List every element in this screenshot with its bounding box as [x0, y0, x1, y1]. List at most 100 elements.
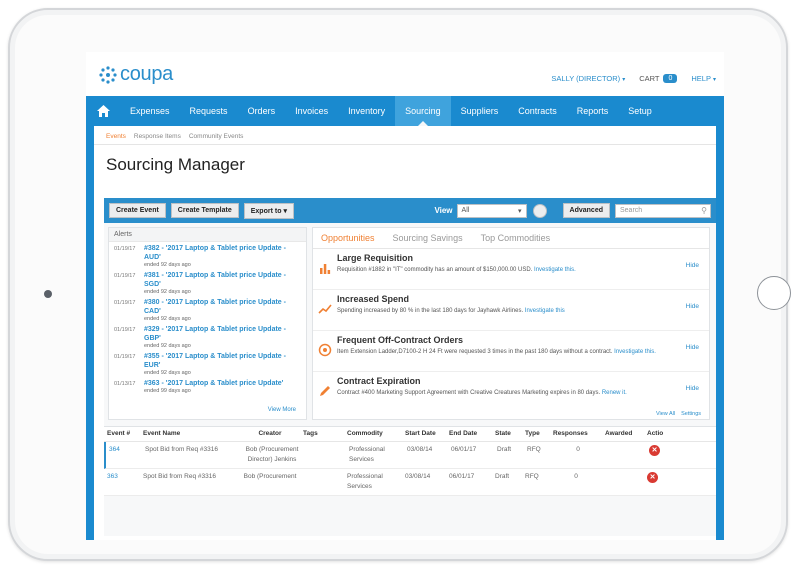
events-table: Event # Event Name Creator Tags Commodit… — [104, 426, 716, 496]
nav-orders[interactable]: Orders — [238, 96, 286, 126]
chevron-down-icon: ▾ — [283, 207, 287, 215]
chevron-down-icon: ▾ — [622, 77, 626, 83]
page-title: Sourcing Manager — [106, 155, 245, 174]
alert-link[interactable]: #329 - '2017 Laptop & Tablet price Updat… — [144, 325, 301, 343]
alert-item[interactable]: 01/13/17 #363 - '2017 Laptop & Tablet pr… — [109, 377, 306, 404]
nav-setup[interactable]: Setup — [618, 96, 662, 126]
subtab-response-items[interactable]: Response Items — [134, 133, 181, 140]
tab-top-commodities[interactable]: Top Commodities — [481, 233, 551, 243]
opportunities-panel: Opportunities Sourcing Savings Top Commo… — [312, 227, 710, 420]
trend-line-icon — [318, 304, 332, 314]
column-header[interactable]: Responses — [550, 426, 602, 442]
opportunity-card: Frequent Off-Contract Orders Item Extens… — [313, 331, 709, 372]
alerts-panel: Alerts 01/19/17 #382 - '2017 Laptop & Ta… — [108, 227, 307, 420]
alert-item[interactable]: 01/19/17 #380 - '2017 Laptop & Tablet pr… — [109, 296, 306, 323]
table-row[interactable]: 363 Spot Bid from Req #3316 Bob (Procure… — [104, 469, 716, 496]
alert-link[interactable]: #355 - '2017 Laptop & Tablet price Updat… — [144, 352, 301, 370]
opportunity-tabs: Opportunities Sourcing Savings Top Commo… — [313, 228, 709, 249]
view-label: View — [434, 206, 453, 215]
sourcing-page: Events Response Items Community Events S… — [94, 126, 716, 540]
hide-link[interactable]: Hide — [686, 385, 699, 392]
hide-link[interactable]: Hide — [686, 262, 699, 269]
coupa-logo-icon — [99, 65, 117, 84]
column-header[interactable]: Awarded — [602, 426, 644, 442]
column-header[interactable]: Tags — [300, 426, 344, 442]
chevron-down-icon: ▾ — [712, 77, 716, 83]
create-template-button[interactable]: Create Template — [170, 203, 239, 218]
investigate-link[interactable]: Investigate this. — [534, 267, 576, 273]
export-to-button[interactable]: Export to ▾ — [243, 202, 294, 219]
subtab-community-events[interactable]: Community Events — [189, 133, 244, 140]
nav-sourcing[interactable]: Sourcing — [395, 96, 451, 126]
table-row[interactable]: 364 Spot Bid from Req #3316 Bob (Procure… — [104, 442, 716, 469]
home-button[interactable] — [757, 276, 791, 310]
alert-link[interactable]: #381 - '2017 Laptop & Tablet price Updat… — [144, 271, 301, 289]
nav-contracts[interactable]: Contracts — [508, 96, 567, 126]
alert-item[interactable]: 01/19/17 #381 - '2017 Laptop & Tablet pr… — [109, 269, 306, 296]
column-header[interactable]: Event Name — [140, 426, 240, 442]
alert-item[interactable]: 01/19/17 #382 - '2017 Laptop & Tablet pr… — [109, 242, 306, 269]
hide-link[interactable]: Hide — [686, 344, 699, 351]
delete-icon[interactable]: ✕ — [649, 445, 660, 456]
alert-item[interactable]: 01/19/17 #329 - '2017 Laptop & Tablet pr… — [109, 323, 306, 350]
sourcing-panel: Create Event Create Template Export to ▾… — [104, 198, 716, 536]
column-header[interactable]: State — [492, 426, 522, 442]
cart-link[interactable]: CART 0 — [639, 74, 678, 83]
nav-expenses[interactable]: Expenses — [120, 96, 180, 126]
top-bar: coupa SALLY (DIRECTOR) ▾ CART 0 HELP ▾ — [86, 52, 724, 96]
user-menu[interactable]: SALLY (DIRECTOR) ▾ — [551, 74, 625, 83]
view-select[interactable]: All ▾ — [456, 203, 527, 218]
event-id-link[interactable]: 364 — [106, 442, 142, 468]
view-all-link[interactable]: View All — [656, 411, 675, 417]
pencil-icon — [320, 386, 330, 396]
nav-invoices[interactable]: Invoices — [285, 96, 338, 126]
hide-link[interactable]: Hide — [686, 303, 699, 310]
opportunity-card: Contract Expiration Contract #400 Market… — [313, 372, 709, 413]
column-header[interactable]: Event # — [104, 426, 140, 442]
subtab-events[interactable]: Events — [106, 133, 126, 140]
settings-link[interactable]: Settings — [681, 411, 701, 417]
tablet-frame: coupa SALLY (DIRECTOR) ▾ CART 0 HELP ▾ Expe… — [8, 8, 791, 561]
tab-opportunities[interactable]: Opportunities — [321, 233, 375, 243]
clock-icon[interactable] — [532, 203, 547, 218]
tab-sourcing-savings[interactable]: Sourcing Savings — [393, 233, 463, 243]
column-header[interactable]: Actio — [644, 426, 670, 442]
help-menu[interactable]: HELP ▾ — [691, 74, 716, 83]
advanced-button[interactable]: Advanced — [562, 203, 610, 218]
alert-link[interactable]: #380 - '2017 Laptop & Tablet price Updat… — [144, 298, 301, 316]
nav-requests[interactable]: Requests — [180, 96, 238, 126]
camera — [44, 290, 52, 298]
nav-suppliers[interactable]: Suppliers — [451, 96, 509, 126]
column-header[interactable]: Commodity — [344, 426, 402, 442]
nav-inventory[interactable]: Inventory — [338, 96, 395, 126]
home-nav-link[interactable] — [86, 105, 120, 117]
investigate-link[interactable]: Investigate this — [525, 308, 565, 314]
event-id-link[interactable]: 363 — [104, 469, 140, 495]
alert-item[interactable]: 01/19/17 #355 - '2017 Laptop & Tablet pr… — [109, 350, 306, 377]
investigate-link[interactable]: Investigate this. — [614, 349, 656, 355]
coupa-logo[interactable]: coupa — [98, 63, 173, 86]
column-header[interactable]: Type — [522, 426, 550, 442]
search-input[interactable]: Search ⚲ — [615, 203, 711, 218]
sub-tabs: Events Response Items Community Events — [94, 126, 716, 145]
create-event-button[interactable]: Create Event — [109, 203, 166, 218]
alert-link[interactable]: #382 - '2017 Laptop & Tablet price Updat… — [144, 244, 301, 262]
search-icon: ⚲ — [701, 205, 707, 215]
main-nav: Expenses Requests Orders Invoices Invent… — [86, 96, 724, 126]
column-header[interactable]: Start Date — [402, 426, 446, 442]
app-screen: coupa SALLY (DIRECTOR) ▾ CART 0 HELP ▾ Expe… — [86, 52, 724, 540]
column-header[interactable]: End Date — [446, 426, 492, 442]
top-links: SALLY (DIRECTOR) ▾ CART 0 HELP ▾ — [551, 74, 716, 83]
logo-text: coupa — [120, 63, 173, 85]
chevron-down-icon: ▾ — [518, 207, 522, 215]
home-icon — [96, 105, 110, 117]
alert-link[interactable]: #363 - '2017 Laptop & Tablet price Updat… — [144, 379, 301, 388]
cart-count-badge: 0 — [663, 74, 678, 83]
opportunity-footer: View All Settings — [656, 411, 701, 417]
delete-icon[interactable]: ✕ — [647, 472, 658, 483]
nav-reports[interactable]: Reports — [567, 96, 619, 126]
column-header[interactable]: Creator — [240, 426, 300, 442]
renew-link[interactable]: Renew it. — [602, 390, 627, 396]
opportunity-card: Large Requisition Requisition #1882 in "… — [313, 249, 709, 290]
view-more-link[interactable]: View More — [268, 407, 296, 413]
